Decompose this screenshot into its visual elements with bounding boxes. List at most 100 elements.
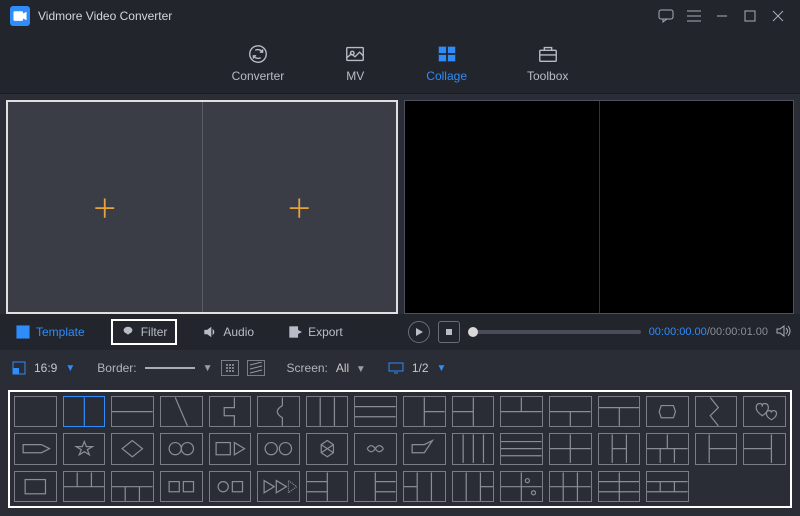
template-item[interactable]	[549, 471, 592, 502]
template-item[interactable]	[160, 396, 203, 427]
template-item[interactable]	[111, 396, 154, 427]
template-item[interactable]	[403, 396, 446, 427]
title-bar: Vidmore Video Converter	[0, 0, 800, 32]
template-item[interactable]	[598, 396, 641, 427]
ratio-value: 16:9	[34, 361, 57, 375]
template-item[interactable]	[63, 396, 106, 427]
template-item[interactable]	[695, 396, 738, 427]
chevron-down-icon: ▼	[437, 363, 447, 374]
template-item[interactable]	[695, 433, 738, 464]
aspect-ratio-select[interactable]: 16:9 ▼	[12, 361, 75, 375]
template-item[interactable]	[306, 396, 349, 427]
template-item[interactable]	[63, 471, 106, 502]
template-item[interactable]	[500, 471, 543, 502]
mv-icon	[344, 43, 366, 65]
collage-icon	[436, 43, 458, 65]
tab-toolbox[interactable]: Toolbox	[527, 43, 568, 83]
template-item[interactable]	[598, 433, 641, 464]
stop-button[interactable]	[438, 321, 460, 343]
template-item[interactable]	[500, 433, 543, 464]
subtab-label: Template	[36, 325, 85, 339]
add-icon: ＋	[92, 189, 118, 226]
tab-label: Toolbox	[527, 69, 568, 83]
template-item[interactable]	[598, 471, 641, 502]
template-item[interactable]	[209, 396, 252, 427]
template-item[interactable]	[500, 396, 543, 427]
template-item[interactable]	[209, 433, 252, 464]
maximize-button[interactable]	[738, 4, 762, 28]
subtab-filter[interactable]: Filter	[111, 319, 178, 345]
subtab-template[interactable]: Template	[8, 321, 93, 343]
template-item[interactable]	[306, 433, 349, 464]
template-item[interactable]	[403, 471, 446, 502]
template-item[interactable]	[452, 433, 495, 464]
collage-slot-2[interactable]: ＋	[203, 102, 397, 312]
subtab-audio[interactable]: Audio	[195, 321, 262, 343]
time-total: 00:00:01.00	[710, 326, 768, 338]
seek-bar[interactable]	[468, 330, 641, 334]
border-label: Border:	[97, 361, 136, 375]
border-color-button[interactable]	[221, 360, 239, 376]
converter-icon	[247, 43, 269, 65]
template-item[interactable]	[14, 396, 57, 427]
tab-mv[interactable]: MV	[344, 43, 366, 83]
page-value: 1/2	[412, 361, 429, 375]
chevron-down-icon: ▼	[65, 363, 75, 374]
template-item[interactable]	[160, 433, 203, 464]
template-item[interactable]	[111, 471, 154, 502]
menu-icon[interactable]	[682, 4, 706, 28]
border-pattern-button[interactable]	[247, 360, 265, 376]
page-option[interactable]: 1/2 ▼	[388, 361, 447, 375]
template-item[interactable]	[549, 396, 592, 427]
preview-pane-1	[405, 101, 600, 313]
template-item[interactable]	[646, 396, 689, 427]
border-style-select[interactable]: ▼	[145, 363, 213, 374]
template-item[interactable]	[111, 433, 154, 464]
template-item[interactable]	[160, 471, 203, 502]
templates-grid	[14, 396, 786, 502]
template-item[interactable]	[14, 433, 57, 464]
template-item[interactable]	[743, 396, 786, 427]
volume-button[interactable]	[776, 324, 792, 341]
border-option: Border: ▼	[97, 360, 264, 376]
minimize-button[interactable]	[710, 4, 734, 28]
screen-label: Screen:	[287, 361, 328, 375]
feedback-icon[interactable]	[654, 4, 678, 28]
template-item[interactable]	[646, 471, 689, 502]
screen-select[interactable]: All ▼	[336, 361, 366, 375]
template-item[interactable]	[257, 471, 300, 502]
tab-collage[interactable]: Collage	[426, 43, 467, 83]
template-item[interactable]	[257, 396, 300, 427]
seek-handle[interactable]	[468, 327, 478, 337]
app-logo-icon	[10, 6, 30, 26]
template-item[interactable]	[354, 396, 397, 427]
collage-slot-1[interactable]: ＋	[8, 102, 203, 312]
template-item[interactable]	[743, 433, 786, 464]
export-icon	[288, 325, 302, 339]
subtab-export[interactable]: Export	[280, 321, 351, 343]
template-item[interactable]	[63, 433, 106, 464]
template-item[interactable]	[549, 433, 592, 464]
add-icon: ＋	[286, 189, 312, 226]
play-button[interactable]	[408, 321, 430, 343]
template-item[interactable]	[14, 471, 57, 502]
preview-pane-2	[600, 101, 794, 313]
template-item[interactable]	[452, 471, 495, 502]
template-item[interactable]	[452, 396, 495, 427]
template-item[interactable]	[257, 433, 300, 464]
tab-label: MV	[346, 69, 364, 83]
template-item[interactable]	[646, 433, 689, 464]
close-button[interactable]	[766, 4, 790, 28]
template-item[interactable]	[403, 433, 446, 464]
options-bar: 16:9 ▼ Border: ▼ Screen: All ▼ 1/2 ▼	[0, 350, 800, 386]
main-tabs: Converter MV Collage Toolbox	[0, 32, 800, 94]
time-display: 00:00:00.00/00:00:01.00	[649, 326, 768, 338]
subtab-label: Audio	[223, 325, 254, 339]
tab-converter[interactable]: Converter	[232, 43, 285, 83]
template-item[interactable]	[354, 471, 397, 502]
templates-panel	[8, 390, 792, 508]
template-item[interactable]	[306, 471, 349, 502]
sub-tabs: Template Filter Audio Export	[0, 314, 400, 350]
template-item[interactable]	[354, 433, 397, 464]
template-item[interactable]	[209, 471, 252, 502]
